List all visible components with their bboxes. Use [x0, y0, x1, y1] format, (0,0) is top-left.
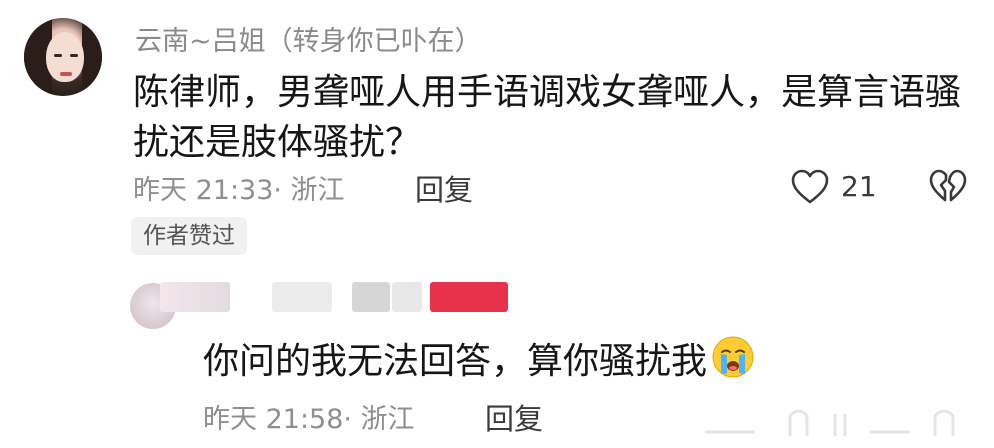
reply-button[interactable]: 回复: [415, 167, 473, 209]
reply-text-content: 你问的我无法回答，算你骚扰我: [203, 341, 708, 382]
redacted-username-block: [272, 282, 332, 312]
redacted-username-block: [392, 282, 422, 312]
reply-text: 你问的我无法回答，算你骚扰我: [203, 335, 755, 387]
reply-timestamp-location: 昨天 21:58· 浙江: [203, 404, 415, 435]
crying-face-emoji: [712, 336, 754, 378]
reply-to-reply-button[interactable]: 回复: [485, 396, 543, 438]
heart-outline-icon[interactable]: [790, 168, 830, 206]
broken-heart-icon[interactable]: [928, 168, 968, 206]
comment-text: 陈律师，男聋哑人用手语调戏女聋哑人，是算言语骚扰还是肢体骚扰？: [133, 72, 962, 163]
redacted-username-block: [160, 282, 230, 312]
commenter-avatar[interactable]: [24, 18, 102, 96]
author-liked-badge: 作者赞过: [131, 217, 247, 255]
redacted-username-block: [352, 282, 390, 312]
comment-timestamp-location: 昨天 21:33· 浙江: [133, 175, 345, 206]
redacted-username-block: [430, 282, 508, 312]
like-count: 21: [841, 170, 877, 203]
commenter-username[interactable]: 云南~吕姐（转身你已卟在）: [135, 19, 482, 58]
watermark-graphic: [705, 409, 955, 436]
